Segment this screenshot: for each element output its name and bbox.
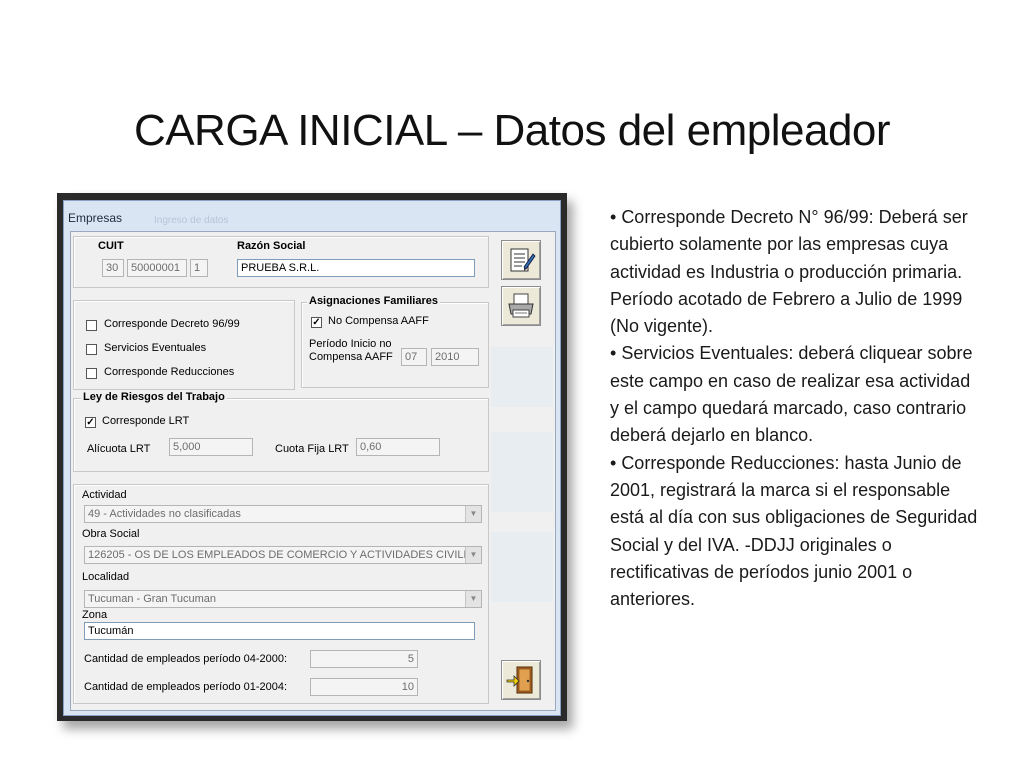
window-ghost-text: Ingreso de datos xyxy=(154,215,229,226)
razon-social-label: Razón Social xyxy=(237,240,306,252)
zona-label: Zona xyxy=(82,609,108,621)
background-watermark xyxy=(491,347,553,407)
empleados-0104-field[interactable]: 10 xyxy=(310,678,418,696)
obra-social-select[interactable]: 126205 - OS DE LOS EMPLEADOS DE COMERCIO… xyxy=(84,546,482,564)
actividad-value: 49 - Actividades no clasificadas xyxy=(88,508,241,520)
window-client-area: CUIT 30 50000001 1 Razón Social PRUEBA S… xyxy=(70,231,556,711)
periodo-year-field[interactable]: 2010 xyxy=(431,348,479,366)
window-title: Empresas xyxy=(68,211,123,225)
zona-field[interactable]: Tucumán xyxy=(84,622,475,640)
lrt-group xyxy=(73,398,489,472)
print-button[interactable] xyxy=(501,286,541,326)
chevron-down-icon[interactable]: ▼ xyxy=(465,547,481,563)
chevron-down-icon[interactable]: ▼ xyxy=(465,591,481,607)
alicuota-field[interactable]: 5,000 xyxy=(169,438,253,456)
actividad-label: Actividad xyxy=(82,489,127,501)
term-reducciones: Corresponde Reducciones xyxy=(621,452,835,473)
exit-button[interactable] xyxy=(501,660,541,700)
cuit-label: CUIT xyxy=(98,240,124,252)
obra-social-value: 126205 - OS DE LOS EMPLEADOS DE COMERCIO… xyxy=(88,549,479,561)
printer-icon xyxy=(508,293,534,318)
corresponde-lrt-label: Corresponde LRT xyxy=(102,415,190,427)
edit-button[interactable] xyxy=(501,240,541,280)
empleados-0400-label: Cantidad de empleados período 04-2000: xyxy=(84,653,288,665)
background-watermark xyxy=(491,532,553,602)
cuit-check-digit-field[interactable]: 1 xyxy=(190,259,208,277)
empresa-group: CUIT 30 50000001 1 Razón Social PRUEBA S… xyxy=(73,236,489,288)
localidad-value: Tucuman - Gran Tucuman xyxy=(88,593,216,605)
periodo-label-line2: Compensa AAFF xyxy=(309,351,393,363)
description-panel: • Corresponde Decreto N° 96/99: Deberá s… xyxy=(610,204,980,613)
obra-social-label: Obra Social xyxy=(82,528,140,540)
alicuota-label: Alícuota LRT xyxy=(87,443,151,455)
reducciones-label: Corresponde Reducciones xyxy=(104,366,235,378)
empleados-0400-field[interactable]: 5 xyxy=(310,650,418,668)
bullet: • xyxy=(610,343,622,364)
no-compensa-label: No Compensa AAFF xyxy=(328,315,429,327)
chevron-down-icon[interactable]: ▼ xyxy=(465,506,481,522)
corresponde-lrt-checkbox[interactable]: ✓ xyxy=(85,417,96,428)
detalle-group: Actividad 49 - Actividades no clasificad… xyxy=(73,484,489,704)
term-servicios: Servicios Eventuales xyxy=(621,343,789,364)
decreto-label: Corresponde Decreto 96/99 xyxy=(104,318,240,330)
background-watermark xyxy=(491,432,553,512)
reducciones-checkbox[interactable] xyxy=(86,368,97,379)
servicios-eventuales-label: Servicios Eventuales xyxy=(104,342,207,354)
bullet: • xyxy=(610,207,622,227)
cuit-number-field[interactable]: 50000001 xyxy=(127,259,187,277)
edit-document-icon xyxy=(510,248,536,272)
empleados-0104-label: Cantidad de empleados período 01-2004: xyxy=(84,681,288,693)
asignaciones-group-label: Asignaciones Familiares xyxy=(307,295,440,307)
no-compensa-checkbox[interactable]: ✓ xyxy=(311,317,322,328)
exit-door-icon xyxy=(506,666,533,694)
cuota-fija-field[interactable]: 0,60 xyxy=(356,438,440,456)
periodo-label-line1: Período Inicio no xyxy=(309,338,392,350)
empresas-window: Empresas Ingreso de datos CUIT 30 500000… xyxy=(63,200,561,716)
options-group: Corresponde Decreto 96/99 Servicios Even… xyxy=(73,300,295,390)
description-decreto: • Corresponde Decreto N° 96/99: Deberá s… xyxy=(610,204,980,340)
description-reducciones: • Corresponde Reducciones: hasta Junio d… xyxy=(610,450,980,614)
description-servicios: • Servicios Eventuales: deberá cliquear … xyxy=(610,340,980,449)
localidad-label: Localidad xyxy=(82,571,130,583)
localidad-select[interactable]: Tucuman - Gran Tucuman ▼ xyxy=(84,590,482,608)
periodo-month-field[interactable]: 07 xyxy=(401,348,427,366)
lrt-group-label: Ley de Riesgos del Trabajo xyxy=(81,391,227,403)
razon-social-field[interactable]: PRUEBA S.R.L. xyxy=(237,259,475,277)
bullet: • xyxy=(610,452,622,473)
text-reducciones: : hasta Junio de 2001, registrará la mar… xyxy=(610,452,978,610)
cuit-prefix-field[interactable]: 30 xyxy=(102,259,124,277)
actividad-select[interactable]: 49 - Actividades no clasificadas ▼ xyxy=(84,505,482,523)
decreto-checkbox[interactable] xyxy=(86,320,97,331)
term-decreto: Corresponde Decreto N° 96/99 xyxy=(621,207,869,227)
cuota-fija-label: Cuota Fija LRT xyxy=(275,443,349,455)
servicios-eventuales-checkbox[interactable] xyxy=(86,344,97,355)
slide-title: CARGA INICIAL – Datos del empleador xyxy=(133,106,891,155)
